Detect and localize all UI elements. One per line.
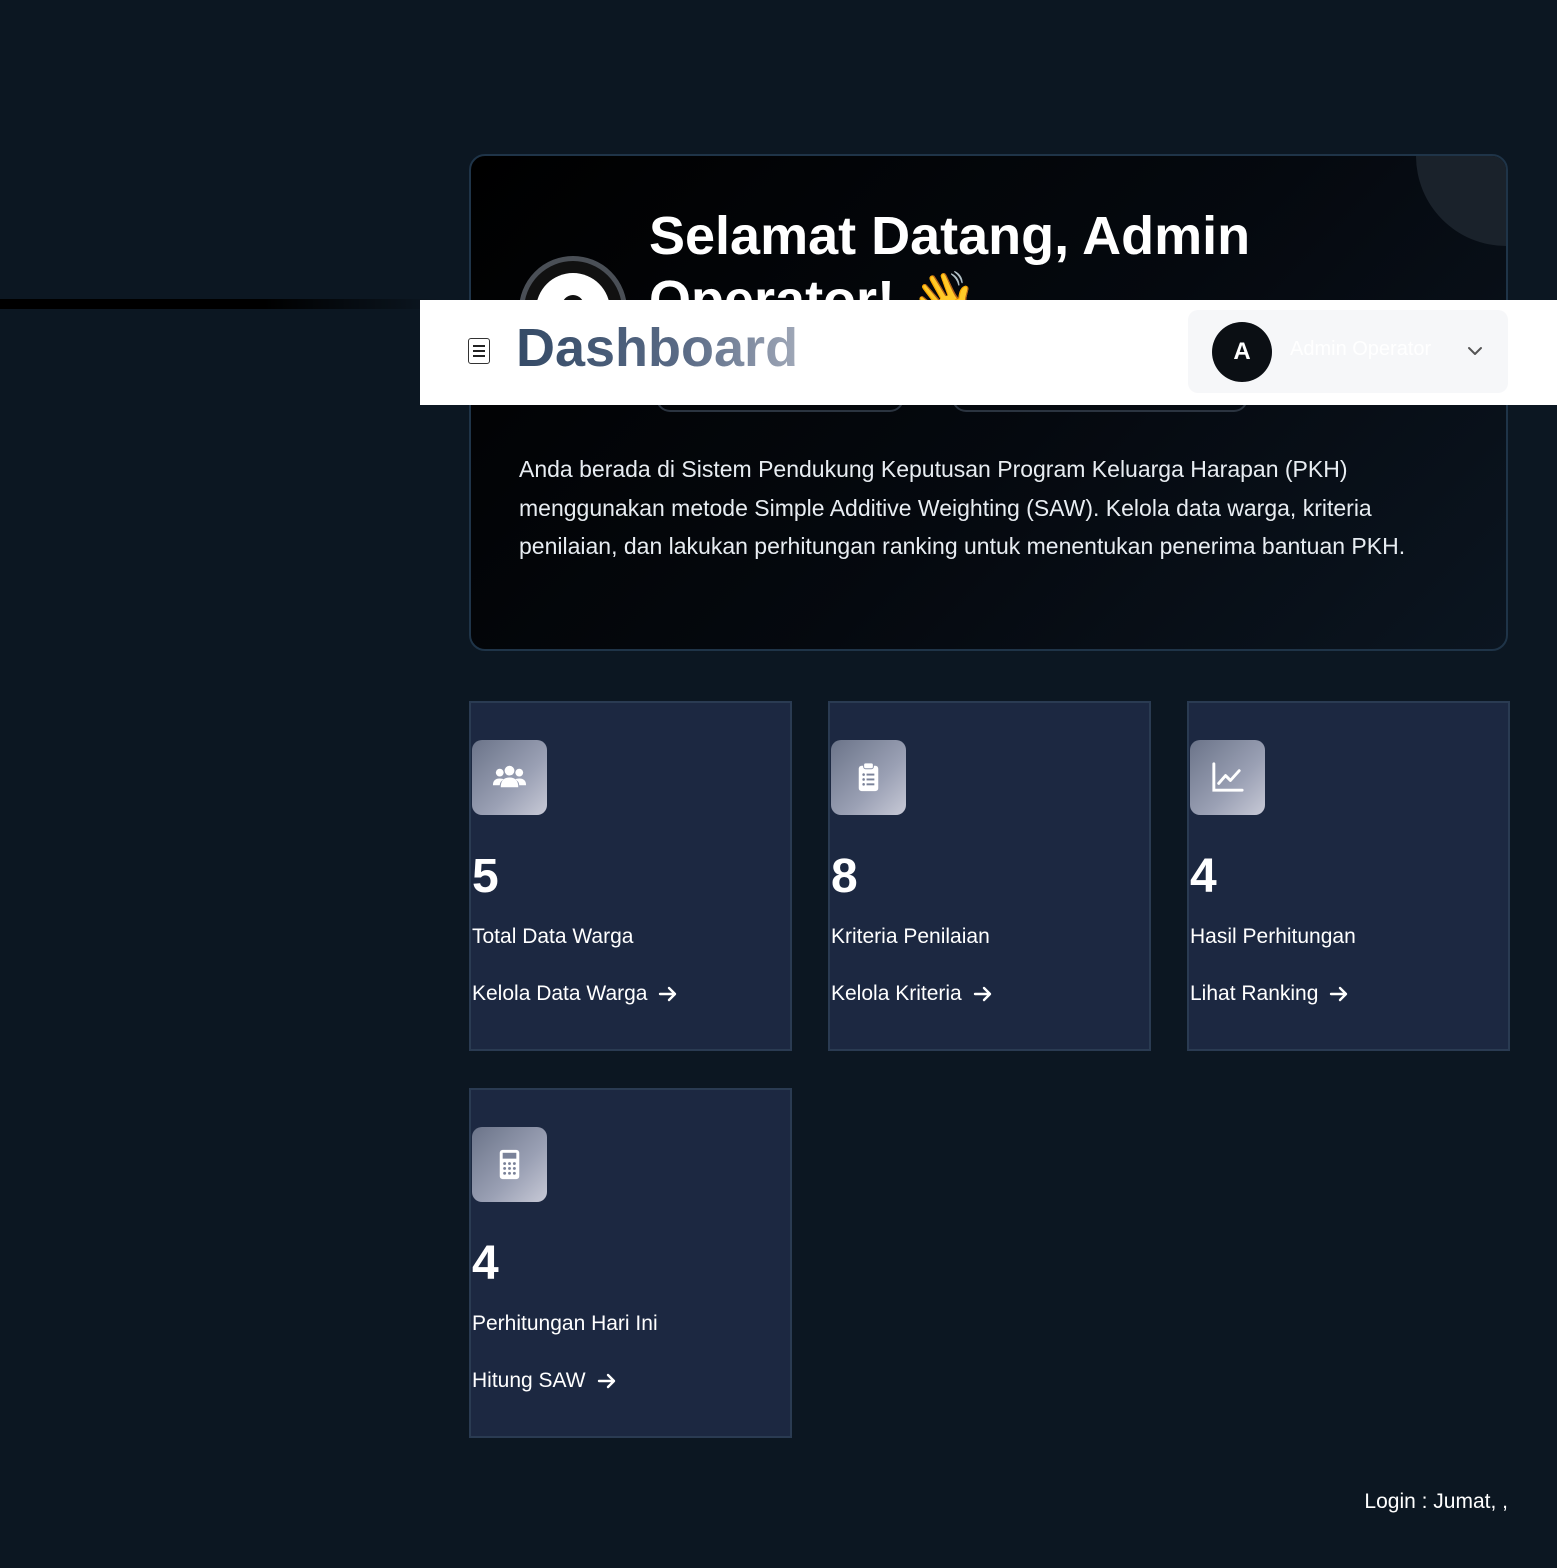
calculator-icon [499, 1149, 520, 1180]
stat-card-kriteria: 8 Kriteria Penilaian Kelola Kriteria [828, 701, 1151, 1051]
page-title: Dashboard [516, 318, 799, 378]
arrow-right-icon [1330, 986, 1348, 1002]
hitung-saw-link[interactable]: Hitung SAW [472, 1369, 618, 1393]
kelola-data-warga-link[interactable]: Kelola Data Warga [472, 982, 679, 1006]
welcome-description: Anda berada di Sistem Pendukung Keputusa… [519, 456, 1406, 559]
clipboard-list-icon [858, 762, 879, 792]
stat-label: Kriteria Penilaian [831, 925, 990, 948]
hamburger-menu-icon[interactable] [468, 338, 490, 364]
arrow-right-icon [659, 986, 677, 1002]
stat-value: 4 [472, 1237, 499, 1290]
kelola-kriteria-link[interactable]: Kelola Kriteria [831, 982, 994, 1006]
stat-value: 4 [1190, 850, 1217, 903]
page: Selamat Datang, Admin Operator! 👋 Anda b… [0, 0, 1557, 1568]
stat-card-hasil: 4 Hasil Perhitungan Lihat Ranking [1187, 701, 1510, 1051]
arrow-right-icon [597, 1373, 615, 1389]
arrow-right-icon [973, 986, 991, 1002]
stat-card-warga: 5 Total Data Warga Kelola Data Warga [469, 701, 792, 1051]
user-name: Admin Operator [1290, 338, 1432, 360]
stat-value: 8 [831, 850, 858, 903]
top-header: Dashboard A Admin Operator [420, 300, 1557, 405]
avatar: A [1212, 322, 1272, 382]
user-menu-button[interactable]: A Admin Operator [1188, 310, 1508, 393]
users-icon [492, 765, 527, 788]
stat-label: Hasil Perhitungan [1190, 925, 1356, 948]
decorative-streak [0, 299, 440, 309]
stat-label: Total Data Warga [472, 925, 634, 948]
decorative-corner-circle [1416, 156, 1506, 246]
stat-card-perhitungan: 4 Perhitungan Hari Ini Hitung SAW [469, 1088, 792, 1438]
stat-value: 5 [472, 850, 499, 903]
chevron-down-icon [1468, 347, 1482, 355]
login-info: Login : Jumat, , [1364, 1490, 1508, 1513]
stat-label: Perhitungan Hari Ini [472, 1312, 658, 1335]
lihat-ranking-link[interactable]: Lihat Ranking [1190, 982, 1350, 1006]
chart-line-icon [1212, 762, 1244, 792]
